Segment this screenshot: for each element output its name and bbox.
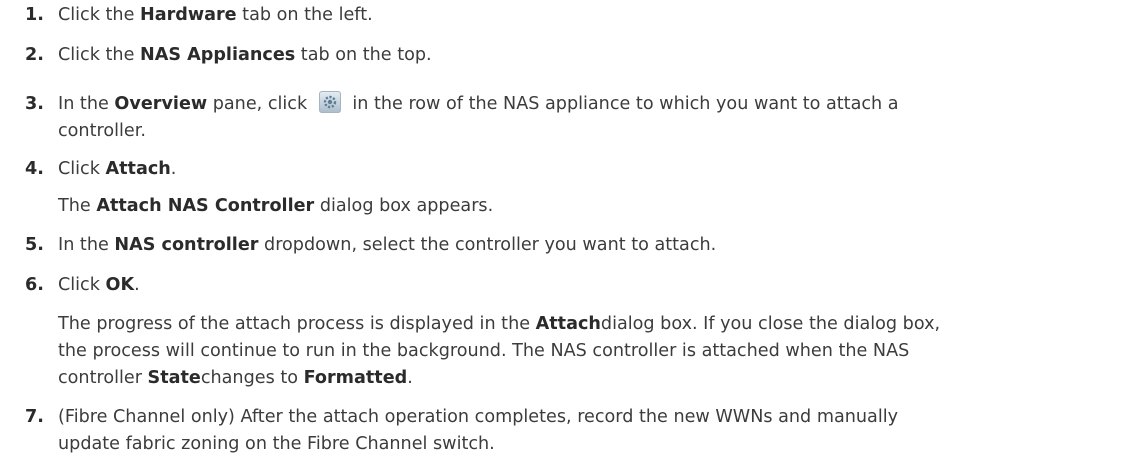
ui-term-nas-controller: NAS controller: [114, 235, 259, 255]
step-text: Click Attach.: [58, 156, 176, 183]
step-number: 2.: [25, 45, 44, 65]
text: dropdown, select the controller you want…: [258, 235, 717, 255]
step-text: In the Overview pane, click in the row o…: [58, 91, 899, 118]
text: The progress of the attach process is di…: [58, 311, 940, 338]
step-text: The Attach NAS Controller dialog box app…: [58, 193, 493, 220]
text: in the row of the NAS appliance to which…: [346, 94, 899, 114]
text: the process will continue to run in the …: [58, 341, 910, 361]
step-number: 1.: [25, 5, 44, 25]
text: controller: [58, 368, 148, 388]
step-number: 5.: [25, 235, 44, 255]
text: Click the: [58, 5, 140, 25]
step-text: Click the NAS Appliances tab on the top.: [58, 42, 432, 69]
text: .: [170, 159, 177, 179]
text: dialog box. If you close the dialog box,: [600, 314, 941, 334]
ui-term-formatted: Formatted: [303, 368, 408, 388]
text: The progress of the attach process is di…: [58, 314, 536, 334]
step-text: Click the Hardware tab on the left.: [58, 2, 373, 29]
gear-icon: [318, 91, 341, 113]
text: tab on the top.: [295, 45, 432, 65]
step-number: 7.: [25, 407, 44, 427]
ui-term-overview: Overview: [114, 94, 208, 114]
ui-term-attach: Attach: [105, 159, 171, 179]
text: pane, click: [207, 94, 313, 114]
text: tab on the left.: [236, 5, 373, 25]
text: In the: [58, 94, 115, 114]
ui-term-state: State: [147, 368, 201, 388]
text: changes to: [200, 368, 304, 388]
step-text: In the NAS controller dropdown, select t…: [58, 232, 716, 259]
text: controller Statechanges to Formatted.: [58, 365, 413, 392]
ui-term-ok: OK: [105, 275, 135, 295]
text: The: [58, 196, 97, 216]
text: Click: [58, 159, 106, 179]
step-text: (Fibre Channel only) After the attach op…: [58, 407, 899, 427]
step-number: 4.: [25, 159, 44, 179]
text: .: [134, 275, 140, 295]
text: update fabric zoning on the Fibre Channe…: [58, 434, 495, 454]
text: dialog box appears.: [314, 196, 494, 216]
text: In the: [58, 235, 115, 255]
step-number: 3.: [25, 94, 44, 114]
ui-term-attach: Attach: [535, 314, 601, 334]
text: Click: [58, 275, 106, 295]
instruction-list: 1. Click the Hardware tab on the left. 2…: [0, 0, 1139, 467]
text: .: [407, 368, 413, 388]
step-number: 6.: [25, 275, 44, 295]
ui-term-nas-appliances: NAS Appliances: [139, 45, 296, 65]
ui-term-hardware: Hardware: [139, 5, 237, 25]
ui-term-attach-nas-controller: Attach NAS Controller: [96, 196, 315, 216]
step-text: Click OK.: [58, 272, 140, 299]
text: Click the: [58, 45, 140, 65]
text: controller.: [58, 121, 146, 141]
